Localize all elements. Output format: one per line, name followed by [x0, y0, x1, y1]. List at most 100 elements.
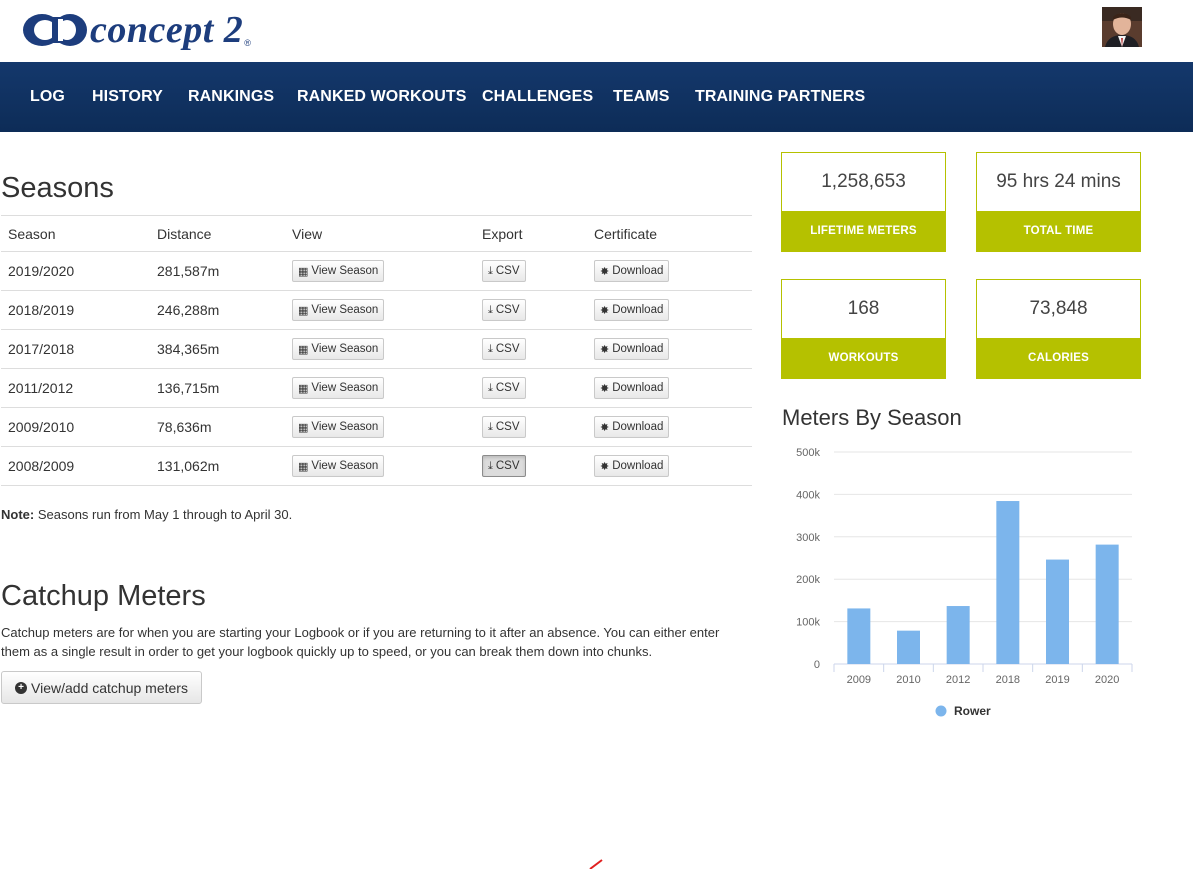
table-icon: ▦ [298, 265, 309, 278]
nav-rankings[interactable]: RANKINGS [188, 62, 274, 132]
distance-value: 246,288m [157, 302, 220, 318]
distance-cell: 246,288m [150, 290, 285, 330]
registered-mark: ® [244, 38, 251, 48]
nav-training-partners[interactable]: TRAINING PARTNERS [695, 62, 865, 132]
note-text: Seasons run from May 1 through to April … [34, 507, 293, 522]
y-tick-label: 200k [796, 574, 820, 586]
export-csv-button[interactable]: ⤓ CSV [482, 338, 526, 360]
table-row: 2017/2018 384,365m ▦ View Season ⤓ CSV ✸ Do… [1, 329, 752, 369]
distance-value: 384,365m [157, 341, 220, 357]
view-cell: ▦ View Season [285, 329, 475, 369]
season-cell: 2019/2020 [1, 251, 150, 291]
nav-teams[interactable]: TEAMS [613, 62, 670, 132]
view-season-button[interactable]: ▦ View Season [292, 260, 385, 282]
legend-marker [935, 705, 947, 717]
stat-value: 73,848 [1029, 298, 1088, 319]
x-tick-label: 2012 [946, 674, 970, 686]
stat-lifetime-meters: 1,258,653 LIFETIME METERS [781, 152, 946, 252]
stat-total-time: 95 hrs 24 mins TOTAL TIME [976, 152, 1141, 252]
certificate-cell: ✸ Download [587, 251, 752, 291]
distance-cell: 281,587m [150, 251, 285, 291]
certificate-icon: ✸ [600, 382, 610, 395]
export-csv-label: CSV [495, 343, 520, 355]
download-certificate-button[interactable]: ✸ Download [594, 455, 670, 477]
certificate-cell: ✸ Download [587, 290, 752, 330]
view-season-button[interactable]: ▦ View Season [292, 416, 385, 438]
season-cell: 2017/2018 [1, 329, 150, 369]
concept2-logo-mark-icon [23, 14, 87, 46]
view-season-button[interactable]: ▦ View Season [292, 338, 385, 360]
download-icon: ⤓ [488, 342, 493, 355]
certificate-cell: ✸ Download [587, 368, 752, 408]
export-csv-label: CSV [495, 460, 520, 472]
download-certificate-button[interactable]: ✸ Download [594, 260, 670, 282]
bar [1046, 559, 1069, 664]
download-icon: ⤓ [488, 264, 493, 277]
export-cell: ⤓ CSV [475, 368, 587, 408]
certificate-icon: ✸ [600, 304, 610, 317]
seasons-table: Season Distance View Export Certificate … [1, 215, 752, 486]
stat-label: TOTAL TIME [977, 211, 1140, 251]
distance-cell: 131,062m [150, 446, 285, 486]
export-csv-button[interactable]: ⤓ CSV [482, 260, 526, 282]
export-csv-label: CSV [495, 304, 520, 316]
season-cell: 2009/2010 [1, 407, 150, 447]
download-icon: ⤓ [488, 420, 493, 433]
stat-label: WORKOUTS [782, 338, 945, 378]
main-nav: LOG HISTORY RANKINGS RANKED WORKOUTS CHA… [0, 62, 1193, 132]
certificate-icon: ✸ [600, 421, 610, 434]
download-certificate-button[interactable]: ✸ Download [594, 299, 670, 321]
catchup-description: Catchup meters are for when you are star… [1, 625, 720, 659]
x-tick-label: 2018 [996, 674, 1020, 686]
export-csv-button[interactable]: ⤓ CSV [482, 416, 526, 438]
brand-name: concept 2 [90, 9, 244, 51]
table-row: 2008/2009 131,062m ▦ View Season ⤓ CSV ✸ Do… [1, 446, 752, 486]
season-value: 2018/2019 [8, 302, 75, 318]
download-certificate-label: Download [612, 460, 664, 472]
view-season-button[interactable]: ▦ View Season [292, 377, 385, 399]
export-csv-label: CSV [495, 265, 520, 277]
view-season-label: View Season [311, 382, 379, 394]
view-season-button[interactable]: ▦ View Season [292, 455, 385, 477]
season-cell: 2011/2012 [1, 368, 150, 408]
season-value: 2009/2010 [8, 419, 75, 435]
nav-history[interactable]: HISTORY [92, 62, 163, 132]
y-tick-label: 500k [796, 447, 820, 459]
col-distance: Distance [150, 215, 285, 252]
certificate-icon: ✸ [600, 343, 610, 356]
view-add-catchup-button[interactable]: + View/add catchup meters [1, 671, 202, 704]
table-icon: ▦ [298, 343, 309, 356]
view-season-button[interactable]: ▦ View Season [292, 299, 385, 321]
download-certificate-button[interactable]: ✸ Download [594, 416, 670, 438]
nav-log[interactable]: LOG [30, 62, 65, 132]
view-season-label: View Season [311, 421, 379, 433]
bar [946, 606, 970, 664]
export-csv-button[interactable]: ⤓ CSV [482, 377, 526, 399]
export-csv-button[interactable]: ⤓ CSV [482, 299, 526, 321]
user-avatar[interactable] [1102, 7, 1142, 47]
download-certificate-button[interactable]: ✸ Download [594, 338, 670, 360]
y-tick-label: 100k [796, 617, 820, 629]
table-row: 2009/2010 78,636m ▦ View Season ⤓ CSV ✸ Dow… [1, 407, 752, 447]
nav-ranked-workouts[interactable]: RANKED WORKOUTS [297, 62, 467, 132]
bar [996, 501, 1020, 664]
site-header: concept 2 ® [0, 0, 1193, 62]
export-cell: ⤓ CSV [475, 329, 587, 369]
distance-value: 136,715m [157, 380, 220, 396]
certificate-icon: ✸ [600, 265, 610, 278]
x-tick-label: 2010 [896, 674, 920, 686]
col-export: Export [475, 215, 587, 252]
view-season-label: View Season [311, 304, 379, 316]
stat-value: 1,258,653 [821, 171, 906, 192]
concept2-logo[interactable]: concept 2 ® [22, 10, 251, 50]
stat-workouts: 168 WORKOUTS [781, 279, 946, 379]
y-tick-label: 300k [796, 532, 820, 544]
seasons-note: Note: Seasons run from May 1 through to … [1, 507, 292, 522]
red-annotation-mark [589, 859, 603, 869]
export-csv-button[interactable]: ⤓ CSV [482, 455, 526, 477]
nav-challenges[interactable]: CHALLENGES [482, 62, 593, 132]
download-certificate-button[interactable]: ✸ Download [594, 377, 670, 399]
export-cell: ⤓ CSV [475, 407, 587, 447]
view-season-label: View Season [311, 343, 379, 355]
y-tick-label: 0 [814, 659, 820, 671]
